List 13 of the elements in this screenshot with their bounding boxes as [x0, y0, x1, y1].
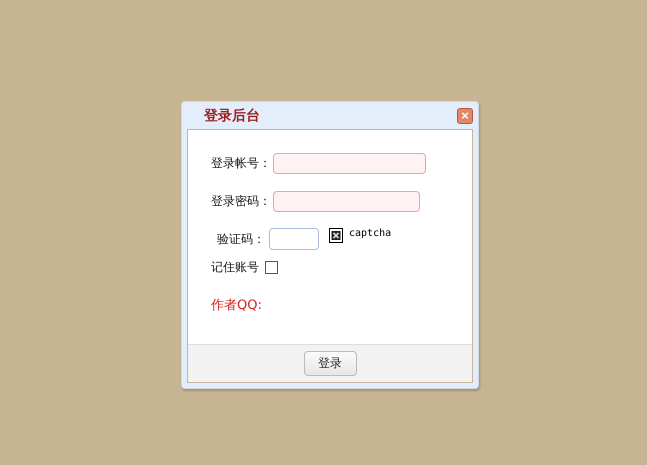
login-button[interactable]: 登录	[304, 351, 356, 376]
input-field[interactable]	[273, 190, 420, 212]
author-text: 作者QQ:	[211, 297, 263, 314]
captcha-field[interactable]	[269, 228, 319, 250]
field-label: 验证码：	[216, 230, 266, 248]
field-label: 登录帐号：	[211, 154, 272, 172]
remember-label: 记住账号	[211, 258, 259, 276]
field-label: 登录密码：	[211, 192, 272, 210]
captcha-image-alt: captcha	[349, 228, 392, 239]
remember-checkbox[interactable]	[265, 260, 278, 274]
broken-image-icon	[329, 228, 343, 243]
input-field[interactable]	[273, 152, 426, 174]
dialog-title: 登录后台	[204, 106, 260, 124]
